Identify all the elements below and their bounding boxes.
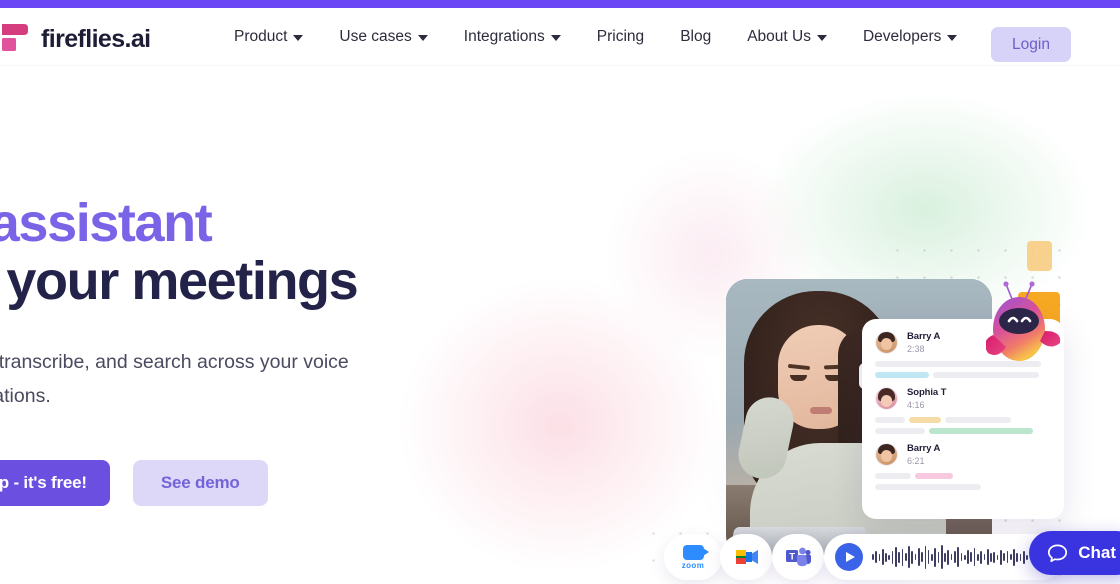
- nav-item-use-cases[interactable]: Use cases: [321, 8, 445, 65]
- nav-label: Blog: [680, 27, 712, 45]
- page-title: AI assistant for your meetings: [0, 193, 485, 311]
- chat-widget-button[interactable]: Chat: [1029, 531, 1120, 575]
- chevron-down-icon: [417, 35, 428, 41]
- nav-label: Use cases: [339, 27, 412, 45]
- speaker-name: Sophia T: [907, 387, 947, 398]
- nav-label: About Us: [747, 27, 811, 45]
- speaker-timestamp: 6:21: [907, 456, 925, 466]
- speaker-timestamp: 4:16: [907, 400, 925, 410]
- chat-widget-label: Chat: [1078, 543, 1116, 562]
- zoom-icon: zoom: [681, 544, 709, 570]
- hero-copy: AI assistant for your meetings Record, t…: [0, 193, 485, 506]
- photo-lips: [810, 407, 832, 414]
- chevron-down-icon: [947, 35, 958, 41]
- zoom-label: zoom: [681, 560, 705, 570]
- nav-label: Integrations: [463, 27, 545, 45]
- transcript-entry: Sophia T 4:16: [875, 387, 1051, 434]
- decorative-square-small: [1027, 241, 1052, 271]
- chevron-down-icon: [293, 35, 304, 41]
- google-meet-pill[interactable]: [720, 534, 772, 580]
- chevron-down-icon: [550, 35, 561, 41]
- speaker-timestamp: 2:38: [907, 344, 925, 354]
- audio-player-pill: [824, 534, 1064, 580]
- transcript-entry: Barry A 6:21: [875, 443, 1051, 490]
- nav-item-pricing[interactable]: Pricing: [579, 8, 662, 65]
- zoom-pill[interactable]: zoom: [664, 534, 722, 580]
- avatar: [875, 443, 898, 466]
- nav-item-blog[interactable]: Blog: [662, 8, 729, 65]
- microsoft-teams-pill[interactable]: T: [772, 534, 824, 580]
- speaker-name: Barry A: [907, 443, 941, 454]
- microsoft-teams-icon: T: [786, 547, 811, 567]
- nav-label: Pricing: [596, 27, 645, 45]
- see-demo-button[interactable]: See demo: [132, 459, 268, 506]
- chat-bubble-icon: [1048, 544, 1068, 562]
- page-title-accent: AI assistant: [0, 193, 213, 253]
- nav-item-integrations[interactable]: Integrations: [446, 8, 579, 65]
- avatar: [875, 331, 898, 354]
- transcript-lines: [875, 417, 1051, 434]
- hero-subtitle: Record, transcribe, and search across yo…: [0, 350, 349, 408]
- google-meet-icon: [735, 550, 758, 564]
- nav-item-product[interactable]: Product: [216, 8, 321, 65]
- hero-section: AI assistant for your meetings Record, t…: [0, 65, 1120, 584]
- cta-row: Sign up - it's free! See demo: [0, 459, 485, 506]
- main-nav: Product Use cases Integrations Pricing B…: [216, 8, 975, 65]
- fireflies-robot-mascot: [986, 281, 1061, 361]
- avatar: [875, 387, 898, 410]
- svg-text:T: T: [789, 552, 795, 563]
- login-button[interactable]: Login: [991, 27, 1071, 62]
- nav-label: Product: [234, 27, 288, 45]
- logo[interactable]: fireflies.ai: [0, 22, 151, 56]
- top-accent-bar: [0, 0, 1120, 8]
- transcript-lines: [875, 473, 1051, 490]
- chevron-down-icon: [816, 35, 827, 41]
- site-header: fireflies.ai Product Use cases Integrati…: [0, 8, 1120, 65]
- fireflies-logo-icon: [2, 24, 28, 51]
- nav-item-developers[interactable]: Developers: [845, 8, 975, 65]
- play-icon[interactable]: [835, 543, 863, 571]
- nav-label: Developers: [862, 27, 942, 45]
- signup-button[interactable]: Sign up - it's free!: [0, 459, 110, 506]
- audio-waveform[interactable]: [872, 544, 1028, 570]
- page-title-dark: for your meetings: [0, 250, 359, 311]
- speaker-name: Barry A: [907, 331, 941, 342]
- logo-text: fireflies.ai: [41, 24, 151, 53]
- nav-item-about-us[interactable]: About Us: [729, 8, 845, 65]
